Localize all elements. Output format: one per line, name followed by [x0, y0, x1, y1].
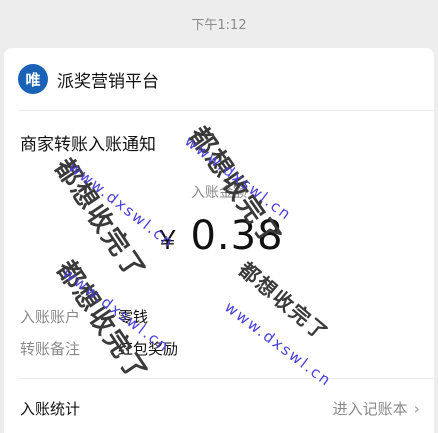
detail-value: 零钱	[118, 308, 149, 326]
detail-label: 转账备注	[20, 340, 81, 358]
footer-divider	[18, 378, 434, 379]
chevron-right-icon: ›	[413, 399, 420, 418]
ledger-stats-label: 入账统计	[20, 400, 81, 418]
amount-label: 入账金额	[191, 185, 247, 201]
detail-value: 红包奖励	[118, 340, 179, 358]
amount-display: ￥ 0.38	[4, 213, 434, 259]
header-divider	[18, 110, 434, 111]
amount-value: 0.38	[190, 213, 284, 259]
ledger-entry-row[interactable]: 入账统计 进入记账本 ›	[20, 398, 420, 419]
currency-symbol: ￥	[154, 226, 181, 256]
notice-title: 商家转账入账通知	[20, 135, 156, 155]
detail-row-account: 入账账户 零钱	[20, 306, 148, 327]
notification-card[interactable]: 唯 派奖营销平台 商家转账入账通知 入账金额 ￥ 0.38 入账账户 零钱 转账…	[4, 48, 434, 433]
open-ledger-link[interactable]: 进入记账本 ›	[333, 398, 420, 419]
card-header[interactable]: 唯 派奖营销平台	[18, 64, 159, 94]
merchant-name: 派奖营销平台	[57, 71, 159, 92]
open-ledger-label: 进入记账本	[332, 400, 408, 418]
detail-row-remark: 转账备注 红包奖励	[20, 338, 178, 359]
merchant-avatar[interactable]: 唯	[18, 64, 48, 94]
detail-label: 入账账户	[20, 308, 81, 326]
message-timestamp: 下午1:12	[191, 18, 247, 33]
